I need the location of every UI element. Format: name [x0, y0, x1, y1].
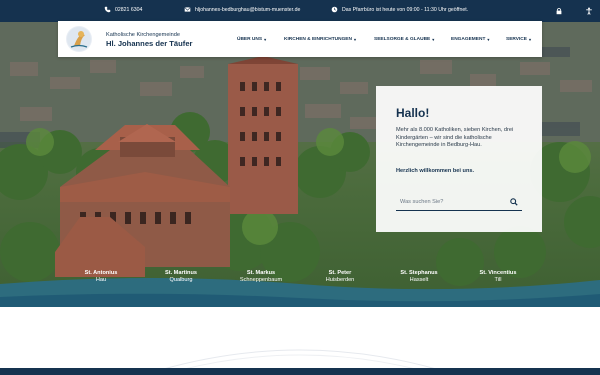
parish-place: Till: [494, 277, 502, 283]
clock-icon: [331, 6, 338, 13]
chevron-down-icon: ▾: [487, 37, 490, 42]
nav-label: SERVICE: [506, 37, 527, 42]
search-field[interactable]: Was suchen Sie?: [396, 195, 522, 211]
nav-kirchen-einrichtungen[interactable]: KIRCHEN & EINRICHTUNGEN ▾: [284, 37, 356, 42]
search-input[interactable]: Was suchen Sie?: [400, 199, 443, 205]
phone-contact[interactable]: 02821 6304: [104, 6, 142, 13]
welcome-text: Mehr als 8.000 Katholiken, sieben Kirche…: [396, 127, 514, 149]
email-contact[interactable]: hljohannes-bedburghau@bistum-muenster.de: [184, 6, 300, 13]
parish-place: Hau: [95, 277, 107, 283]
nav-service[interactable]: SERVICE ▾: [506, 37, 531, 42]
parish-name: St. Peter: [328, 270, 352, 276]
parish-st-antonius[interactable]: St. Antonius Hau: [66, 270, 136, 284]
chevron-down-icon: ▾: [264, 37, 267, 42]
welcome-tagline: Herzlich willkommen bei uns.: [396, 168, 475, 174]
parish-place: Schneppenbaum: [239, 277, 283, 283]
search-icon[interactable]: [510, 198, 518, 206]
decorative-arc: [159, 349, 441, 370]
parish-name: St. Antonius: [84, 270, 118, 276]
phone-icon: [104, 6, 111, 13]
office-hours-text: Das Pfarrbüro ist heute von 09:00 - 11:3…: [342, 6, 469, 13]
brand-title[interactable]: Hl. Johannes der Täufer: [106, 39, 193, 48]
parish-name: St. Markus: [246, 270, 276, 276]
footer-bar: [0, 368, 600, 375]
nav-engagement[interactable]: ENGAGEMENT ▾: [451, 37, 490, 42]
parish-name: St. Stephanus: [400, 270, 438, 276]
chevron-down-icon: ▾: [432, 37, 435, 42]
email-address: hljohannes-bedburghau@bistum-muenster.de: [195, 6, 301, 13]
nav-ueber-uns[interactable]: ÜBER UNS ▾: [237, 37, 266, 42]
nav-seelsorge-glaube[interactable]: SEELSORGE & GLAUBE ▾: [374, 37, 434, 42]
phone-number: 02821 6304: [115, 6, 143, 13]
parish-place: Huisberden: [325, 277, 355, 283]
logo-icon: [67, 27, 91, 51]
parish-st-martinus[interactable]: St. Martinus Qualburg: [146, 270, 216, 284]
nav-label: SEELSORGE & GLAUBE: [374, 37, 431, 42]
parish-name: St. Vincentius: [479, 270, 517, 276]
welcome-heading: Hallo!: [396, 106, 430, 120]
chevron-down-icon: ▾: [528, 37, 532, 42]
mail-icon: [184, 7, 191, 12]
parish-place: Qualburg: [169, 277, 193, 283]
chevron-down-icon: ▾: [353, 37, 357, 42]
nav-label: KIRCHEN & EINRICHTUNGEN: [284, 37, 352, 42]
office-hours: Das Pfarrbüro ist heute von 09:00 - 11:3…: [331, 6, 468, 13]
parish-st-vincentius[interactable]: St. Vincentius Till: [463, 270, 533, 284]
parish-st-peter[interactable]: St. Peter Huisberden: [305, 270, 375, 284]
parish-st-markus[interactable]: St. Markus Schneppenbaum: [226, 270, 296, 284]
top-info-bar: 02821 6304 hljohannes-bedburghau@bistum-…: [0, 0, 600, 22]
site-header: Katholische Kirchengemeinde Hl. Johannes…: [58, 21, 542, 57]
brand-subtitle: Katholische Kirchengemeinde: [106, 32, 181, 38]
parish-logo[interactable]: [66, 26, 92, 52]
parish-place: Hasselt: [409, 277, 429, 283]
accessibility-icon[interactable]: [585, 7, 593, 15]
nav-label: ENGAGEMENT: [451, 37, 486, 42]
lock-icon[interactable]: [555, 7, 563, 15]
parish-links: St. Antonius Hau St. Martinus Qualburg S…: [0, 270, 600, 300]
parish-name: St. Martinus: [164, 270, 197, 276]
welcome-card: Hallo! Mehr als 8.000 Katholiken, sieben…: [376, 86, 542, 232]
nav-label: ÜBER UNS: [237, 37, 263, 42]
parish-st-stephanus[interactable]: St. Stephanus Hasselt: [384, 270, 454, 284]
